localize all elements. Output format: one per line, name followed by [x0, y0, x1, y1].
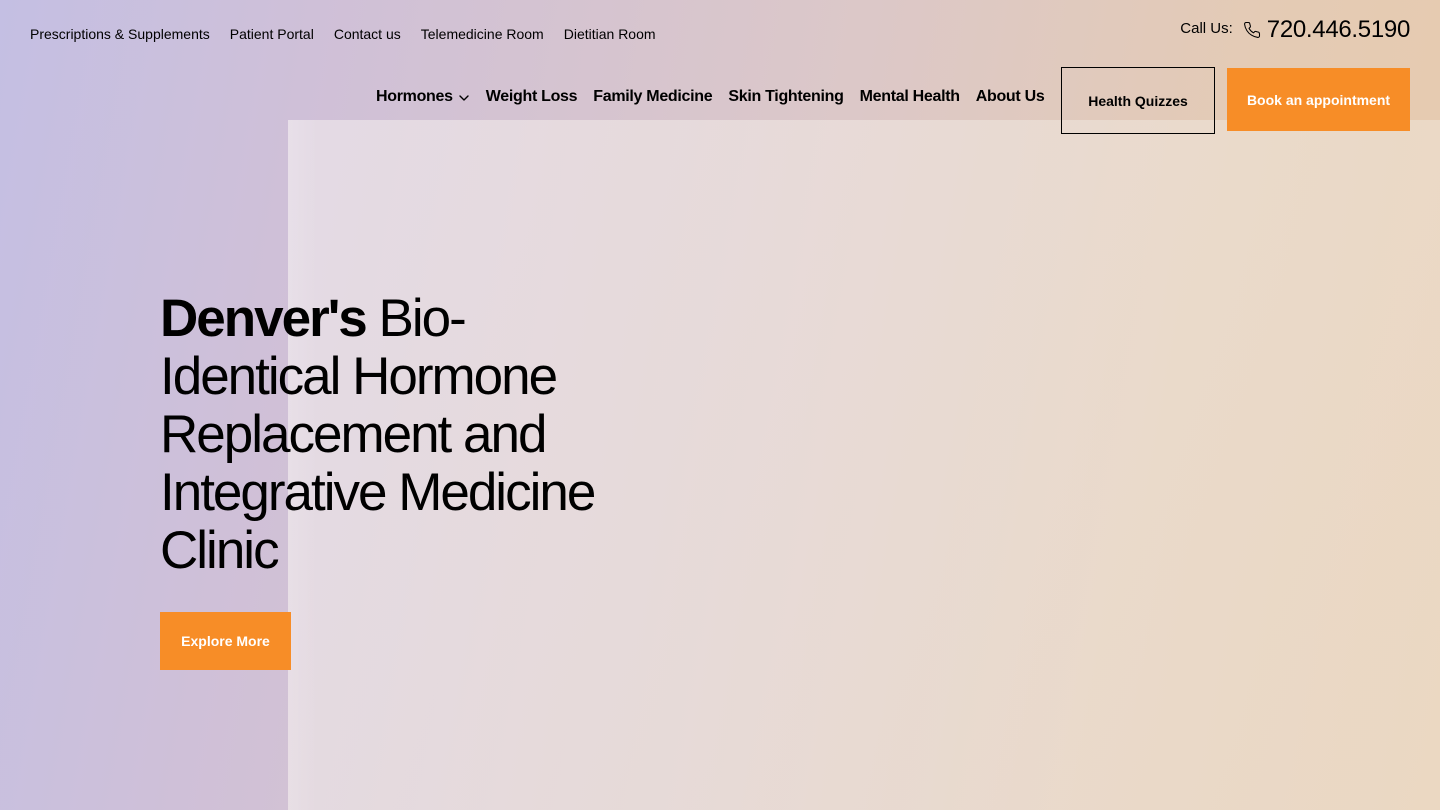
- hero-heading: Denver's Bio-Identical Hormone Replaceme…: [160, 290, 620, 580]
- book-appointment-button[interactable]: Book an appointment: [1227, 68, 1410, 131]
- chevron-down-icon: [459, 95, 469, 101]
- nav-item-weight-loss[interactable]: Weight Loss: [486, 88, 578, 106]
- utility-link-telemedicine[interactable]: Telemedicine Room: [421, 24, 544, 44]
- explore-more-button[interactable]: Explore More: [160, 612, 291, 670]
- nav-item-family-medicine[interactable]: Family Medicine: [593, 88, 712, 106]
- phone-icon: [1243, 21, 1261, 39]
- utility-link-prescriptions[interactable]: Prescriptions & Supplements: [30, 24, 210, 44]
- utility-link-dietitian[interactable]: Dietitian Room: [564, 24, 656, 44]
- health-quizzes-button[interactable]: Health Quizzes: [1061, 67, 1215, 134]
- utility-link-contact[interactable]: Contact us: [334, 24, 401, 44]
- nav-item-skin-tightening[interactable]: Skin Tightening: [728, 88, 844, 106]
- phone-number-link[interactable]: 720.446.5190: [1267, 16, 1411, 44]
- call-us-block: Call Us: 720.446.5190: [1180, 16, 1410, 44]
- utility-link-patient-portal[interactable]: Patient Portal: [230, 24, 314, 44]
- nav-item-hormones-label: Hormones: [376, 88, 453, 105]
- nav-item-mental-health[interactable]: Mental Health: [860, 88, 960, 106]
- nav-item-hormones[interactable]: Hormones: [376, 88, 470, 106]
- call-us-label: Call Us:: [1180, 19, 1233, 37]
- hero-heading-strong: Denver's: [160, 289, 368, 348]
- main-nav: Hormones Weight Loss Family Medicine Ski…: [376, 88, 1060, 106]
- utility-nav: Prescriptions & Supplements Patient Port…: [30, 24, 676, 44]
- nav-item-about-us[interactable]: About Us: [976, 88, 1045, 106]
